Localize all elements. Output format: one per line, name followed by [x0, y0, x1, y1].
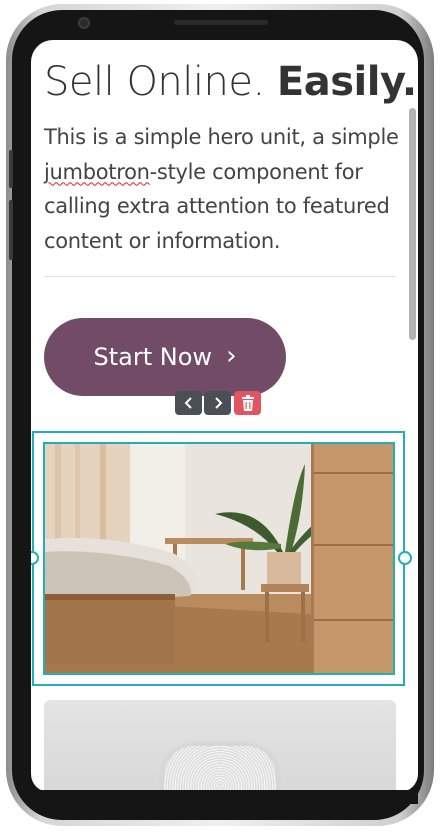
hero-title-light: Sell Online.: [44, 59, 277, 105]
move-right-button[interactable]: [204, 391, 231, 415]
bedroom-photo: [45, 444, 393, 673]
phone-volume-button: [9, 200, 13, 260]
chevron-right-icon: [214, 397, 222, 409]
hero-title[interactable]: Sell Online. Easily.: [44, 59, 417, 105]
smart-speaker-photo: [164, 746, 276, 792]
scrollbar-thumb[interactable]: [409, 108, 416, 340]
hero-paragraph[interactable]: This is a simple hero unit, a simple jum…: [44, 120, 399, 258]
hero-title-bold: Easily.: [276, 59, 417, 105]
speaker-product-image[interactable]: [44, 700, 396, 792]
front-camera: [78, 17, 90, 29]
phone-bottom-bezel: [31, 790, 418, 804]
resize-handle-right[interactable]: [398, 551, 412, 565]
phone-screen: Sell Online. Easily. This is a simple he…: [31, 40, 418, 792]
block-toolbar: [175, 391, 261, 415]
chevron-left-icon: [184, 397, 192, 409]
spellcheck-flagged-word: jumbotron: [44, 159, 150, 184]
phone-side-button: [9, 150, 13, 188]
hero-divider: [44, 276, 396, 277]
trash-icon: [241, 395, 254, 411]
bedroom-image[interactable]: [43, 442, 395, 675]
start-now-button[interactable]: Start Now ›: [44, 318, 286, 396]
move-left-button[interactable]: [175, 391, 202, 415]
start-now-label: Start Now: [93, 343, 213, 371]
delete-button[interactable]: [234, 391, 261, 415]
earpiece-speaker: [174, 20, 268, 25]
chevron-right-icon: ›: [226, 340, 237, 371]
hero-paragraph-start: This is a simple hero unit, a simple: [44, 125, 399, 149]
